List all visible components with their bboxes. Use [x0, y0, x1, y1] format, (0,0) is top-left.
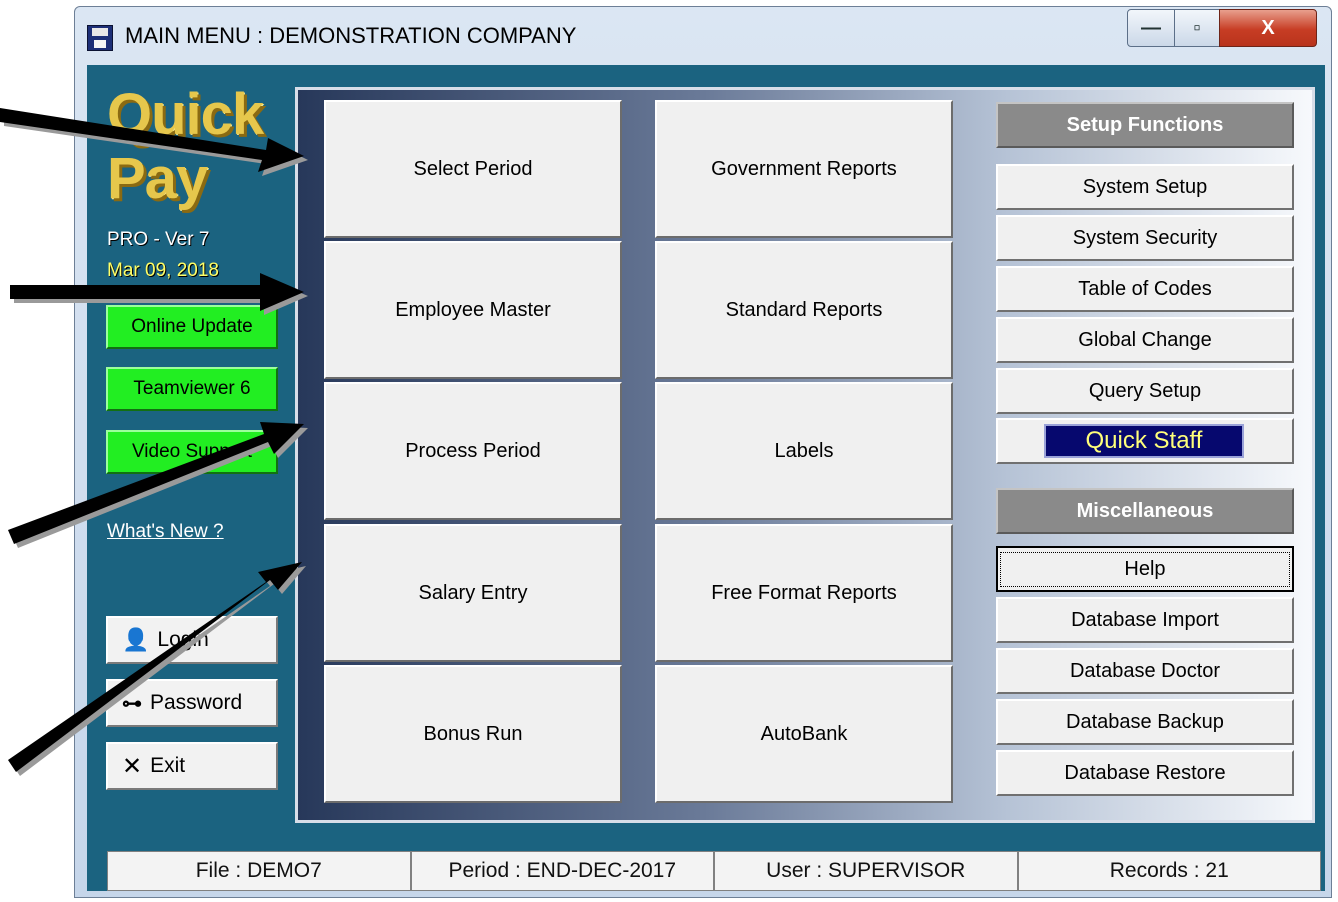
teamviewer-button[interactable]: Teamviewer 6: [106, 367, 278, 411]
exit-label: Exit: [150, 754, 186, 777]
status-records: Records : 21: [1017, 851, 1321, 891]
system-setup-button[interactable]: System Setup: [996, 164, 1294, 210]
global-change-button[interactable]: Global Change: [996, 317, 1294, 363]
password-button[interactable]: ⊶ Password: [106, 679, 278, 727]
status-bar: File : DEMO7 Period : END-DEC-2017 User …: [107, 851, 1321, 891]
status-file: File : DEMO7: [107, 851, 411, 891]
title-bar[interactable]: MAIN MENU : DEMONSTRATION COMPANY — ▫ X: [75, 7, 1331, 65]
minimize-icon: —: [1141, 16, 1161, 39]
select-period-button[interactable]: Select Period: [324, 100, 622, 238]
status-user: User : SUPERVISOR: [714, 851, 1018, 891]
standard-reports-button[interactable]: Standard Reports: [655, 241, 953, 379]
labels-button[interactable]: Labels: [655, 382, 953, 520]
x-icon: ✕: [122, 752, 143, 780]
process-period-button[interactable]: Process Period: [324, 382, 622, 520]
version-label: PRO - Ver 7: [107, 229, 210, 250]
database-backup-button[interactable]: Database Backup: [996, 699, 1294, 745]
employee-master-button[interactable]: Employee Master: [324, 241, 622, 379]
logo-quick: Quick: [107, 82, 264, 147]
quick-staff-label: Quick Staff: [1044, 424, 1244, 458]
help-label: Help: [1000, 551, 1290, 587]
miscellaneous-header: Miscellaneous: [996, 488, 1294, 534]
password-label: Password: [150, 691, 243, 714]
database-doctor-button[interactable]: Database Doctor: [996, 648, 1294, 694]
maximize-icon: ▫: [1193, 16, 1201, 39]
close-icon: X: [1261, 16, 1275, 39]
database-import-button[interactable]: Database Import: [996, 597, 1294, 643]
window-title: MAIN MENU : DEMONSTRATION COMPANY: [125, 23, 577, 48]
client-area: Quick Pay PRO - Ver 7 Mar 09, 2018 Onlin…: [87, 65, 1325, 891]
bonus-run-button[interactable]: Bonus Run: [324, 665, 622, 803]
floppy-disk-icon: [87, 25, 113, 51]
login-label: Login: [157, 628, 209, 651]
salary-entry-button[interactable]: Salary Entry: [324, 524, 622, 662]
autobank-button[interactable]: AutoBank: [655, 665, 953, 803]
version-date: Mar 09, 2018: [107, 260, 219, 281]
video-support-button[interactable]: Video Support: [106, 430, 278, 474]
government-reports-button[interactable]: Government Reports: [655, 100, 953, 238]
system-security-button[interactable]: System Security: [996, 215, 1294, 261]
help-button[interactable]: Help: [996, 546, 1294, 592]
setup-functions-header: Setup Functions: [996, 102, 1294, 148]
whats-new-link[interactable]: What's New ?: [107, 521, 224, 543]
exit-button[interactable]: ✕ Exit: [106, 742, 278, 790]
logo-pay: Pay: [107, 146, 208, 211]
quick-staff-button[interactable]: Quick Staff: [996, 418, 1294, 464]
free-format-reports-button[interactable]: Free Format Reports: [655, 524, 953, 662]
maximize-button[interactable]: ▫: [1174, 9, 1220, 47]
status-period: Period : END-DEC-2017: [410, 851, 714, 891]
main-window: MAIN MENU : DEMONSTRATION COMPANY — ▫ X …: [74, 6, 1332, 898]
query-setup-button[interactable]: Query Setup: [996, 368, 1294, 414]
key-icon: ⊶: [122, 692, 142, 715]
table-of-codes-button[interactable]: Table of Codes: [996, 266, 1294, 312]
user-icon: 👤: [122, 627, 150, 652]
database-restore-button[interactable]: Database Restore: [996, 750, 1294, 796]
main-menu-panel: Select Period Employee Master Process Pe…: [295, 87, 1315, 823]
close-button[interactable]: X: [1219, 9, 1317, 47]
online-update-button[interactable]: Online Update: [106, 305, 278, 349]
login-button[interactable]: 👤 Login: [106, 616, 278, 664]
minimize-button[interactable]: —: [1127, 9, 1175, 47]
